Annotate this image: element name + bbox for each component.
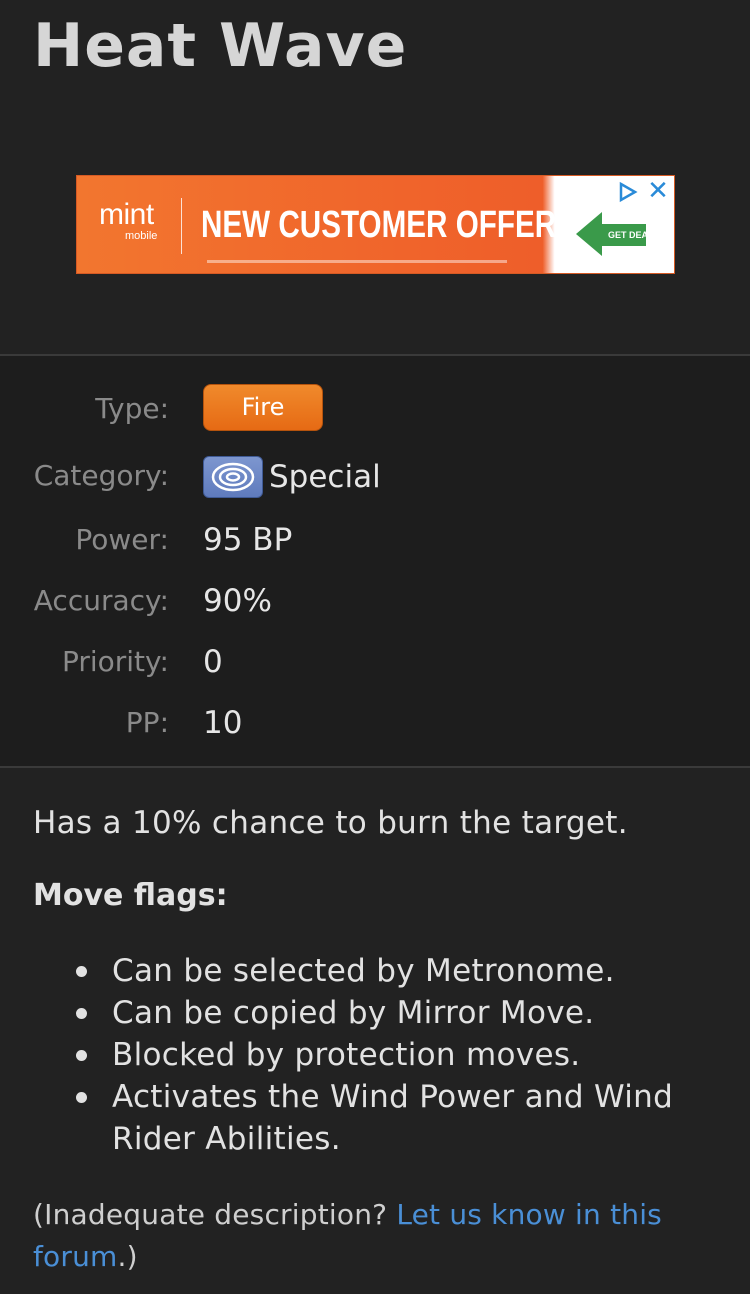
ad-brand-logo: mint: [99, 198, 154, 231]
bullet-icon: [76, 966, 87, 977]
close-icon[interactable]: ✕: [645, 178, 671, 204]
flag-text: Activates the Wind Power and Wind Rider …: [112, 1079, 674, 1157]
ad-fineprint: [207, 260, 507, 263]
bullet-icon: [76, 1092, 87, 1103]
move-description: Has a 10% chance to burn the target.: [33, 805, 628, 841]
power-label: Power:: [75, 523, 169, 556]
special-category-icon: [203, 456, 263, 498]
list-item: Can be copied by Mirror Move.: [76, 992, 712, 1034]
pp-value: 10: [203, 705, 243, 741]
move-stats-panel: Type: Fire Category: Special Power: 95 B…: [0, 354, 750, 768]
power-value: 95 BP: [203, 522, 293, 558]
type-badge-fire[interactable]: Fire: [203, 384, 323, 431]
list-item: Activates the Wind Power and Wind Rider …: [76, 1076, 712, 1160]
type-label: Type:: [95, 392, 169, 425]
get-deal-arrow-icon[interactable]: GET DEAL: [572, 206, 652, 262]
bullet-icon: [76, 1008, 87, 1019]
bullet-icon: [76, 1050, 87, 1061]
accuracy-value: 90%: [203, 583, 272, 619]
category-label: Category:: [33, 459, 169, 492]
flag-text: Can be copied by Mirror Move.: [112, 995, 595, 1031]
ad-headline: NEW CUSTOMER OFFER: [201, 204, 557, 246]
priority-value: 0: [203, 644, 223, 680]
pp-label: PP:: [125, 706, 169, 739]
ad-brand-sub: mobile: [125, 230, 158, 242]
flag-text: Can be selected by Metronome.: [112, 953, 615, 989]
adchoices-icon[interactable]: [615, 180, 641, 204]
ad-divider: [181, 198, 182, 254]
list-item: Blocked by protection moves.: [76, 1034, 712, 1076]
accuracy-label: Accuracy:: [33, 584, 169, 617]
feedback-suffix: .): [117, 1240, 138, 1273]
list-item: Can be selected by Metronome.: [76, 950, 712, 992]
category-value[interactable]: Special: [269, 452, 381, 502]
move-title: Heat Wave: [33, 11, 408, 81]
feedback-prefix: (Inadequate description?: [33, 1198, 397, 1231]
feedback-note: (Inadequate description? Let us know in …: [33, 1194, 673, 1278]
ad-banner[interactable]: mint mobile NEW CUSTOMER OFFER GET DEAL …: [76, 175, 675, 274]
ad-cta-text: GET DEAL: [608, 230, 652, 240]
priority-label: Priority:: [61, 645, 169, 678]
flag-text: Blocked by protection moves.: [112, 1037, 581, 1073]
move-flags-heading: Move flags:: [33, 878, 228, 913]
move-flags-list: Can be selected by Metronome. Can be cop…: [76, 950, 712, 1160]
